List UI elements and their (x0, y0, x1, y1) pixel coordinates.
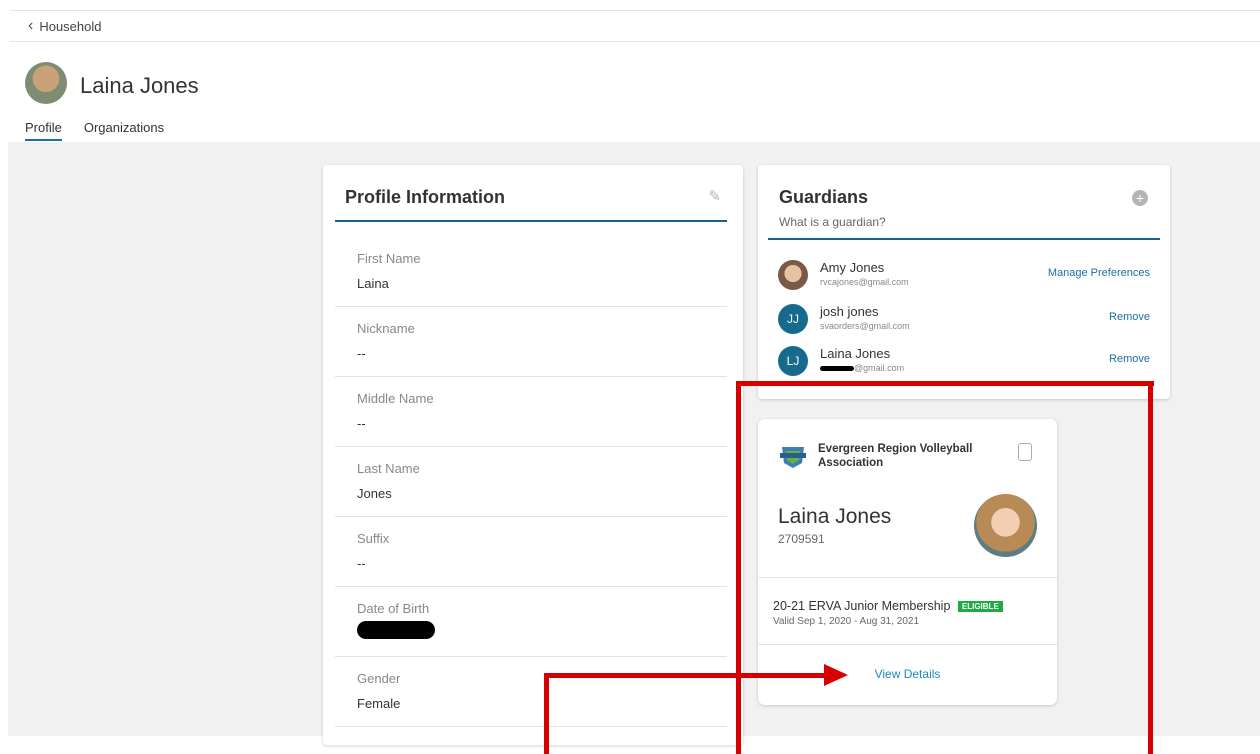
field-value: -- (357, 556, 366, 571)
tab-organizations[interactable]: Organizations (84, 120, 164, 141)
member-name: Laina Jones (778, 505, 892, 528)
avatar: JJ (778, 304, 808, 334)
organization-name: Evergreen Region Volleyball Association (818, 443, 973, 469)
annotation-box-top (736, 381, 1154, 386)
manage-preferences-link[interactable]: Manage Preferences (1048, 267, 1150, 279)
pencil-icon[interactable]: ✎ (708, 187, 721, 205)
page-header: Laina Jones Profile Organizations (0, 42, 1260, 142)
status-badge: ELIGIBLE (957, 601, 1003, 613)
field-value: Laina (357, 276, 389, 291)
avatar: LJ (778, 346, 808, 376)
divider (758, 644, 1057, 645)
annotation-box-left (736, 381, 741, 754)
field-label: Gender (357, 671, 401, 686)
guardian-row: JJ josh jones svaorders@gmail.com Remove (778, 302, 1150, 338)
guardian-email: svaorders@gmail.com (820, 321, 910, 331)
field-middle-name: Middle Name -- (335, 377, 727, 447)
remove-guardian-link[interactable]: Remove (1109, 311, 1150, 323)
email-domain: @gmail.com (854, 363, 905, 373)
divider (768, 238, 1160, 240)
guardians-card: Guardians What is a guardian? + Amy Jone… (758, 165, 1170, 399)
annotation-box-right (1148, 381, 1153, 754)
annotation-arrow-stem (544, 673, 549, 754)
field-value: -- (357, 346, 366, 361)
content-area: Profile Information ✎ First Name Laina N… (8, 142, 1260, 745)
guardians-title: Guardians (779, 187, 869, 207)
back-link-label: Household (39, 18, 102, 34)
field-label: First Name (357, 251, 421, 266)
field-label: Nickname (357, 321, 415, 336)
field-value: -- (357, 416, 366, 431)
divider (758, 577, 1057, 578)
member-photo (974, 494, 1037, 557)
field-label: Date of Birth (357, 601, 430, 616)
guardian-row: Amy Jones rvcajones@gmail.com Manage Pre… (778, 258, 1150, 294)
member-id: 2709591 (778, 532, 825, 546)
guardian-name: Amy Jones (820, 260, 885, 275)
avatar (778, 260, 808, 290)
annotation-arrow-shaft (544, 673, 826, 678)
guardian-email: rvcajones@gmail.com (820, 277, 909, 287)
back-link-household[interactable]: ‹ Household (10, 10, 1260, 42)
field-label: Last Name (357, 461, 420, 476)
chevron-left-icon: ‹ (28, 17, 34, 34)
field-value: Jones (357, 486, 392, 501)
arrow-right-icon (824, 664, 848, 686)
add-guardian-icon[interactable]: + (1132, 190, 1148, 206)
tab-profile[interactable]: Profile (25, 120, 62, 141)
field-date-of-birth: Date of Birth (335, 587, 727, 657)
field-nickname: Nickname -- (335, 307, 727, 377)
membership-card: Evergreen Region Volleyball Association … (758, 419, 1057, 705)
guardian-name: Laina Jones (820, 346, 891, 361)
organization-logo-icon (780, 447, 806, 468)
page-title: Laina Jones (80, 73, 199, 98)
field-value: Female (357, 696, 401, 711)
wallet-icon[interactable] (1018, 443, 1032, 461)
profile-card-title: Profile Information (345, 187, 506, 207)
field-label: Suffix (357, 531, 390, 546)
field-first-name: First Name Laina (335, 237, 727, 307)
tab-bar: Profile Organizations (25, 120, 186, 141)
membership-validity: Valid Sep 1, 2020 - Aug 31, 2021 (773, 616, 920, 627)
remove-guardian-link[interactable]: Remove (1109, 353, 1150, 365)
guardian-email: @gmail.com (820, 363, 904, 373)
divider (335, 220, 727, 222)
membership-title: 20-21 ERVA Junior Membership ELIGIBLE (773, 599, 1003, 613)
guardian-row: LJ Laina Jones @gmail.com Remove (778, 344, 1150, 380)
redacted-value (357, 621, 435, 642)
what-is-guardian-link[interactable]: What is a guardian? (779, 215, 886, 229)
field-label: Middle Name (357, 391, 434, 406)
membership-name: 20-21 ERVA Junior Membership (773, 599, 951, 613)
field-gender: Gender Female (335, 657, 727, 727)
guardian-name: josh jones (820, 304, 879, 319)
field-last-name: Last Name Jones (335, 447, 727, 517)
field-suffix: Suffix -- (335, 517, 727, 587)
avatar (25, 62, 67, 104)
profile-information-card: Profile Information ✎ First Name Laina N… (323, 165, 743, 745)
